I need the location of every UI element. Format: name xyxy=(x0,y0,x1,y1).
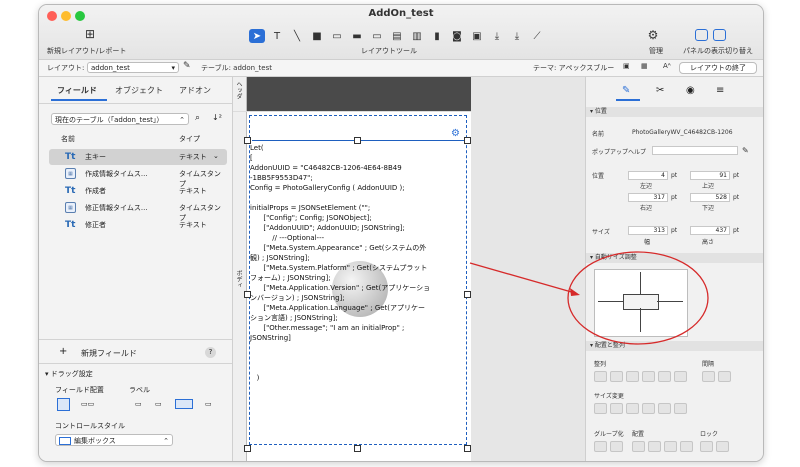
annotation-arrowhead xyxy=(570,288,580,296)
annotation-ellipse xyxy=(567,251,709,345)
annotation-arrow xyxy=(469,262,576,294)
annotation-overlay xyxy=(469,251,709,345)
